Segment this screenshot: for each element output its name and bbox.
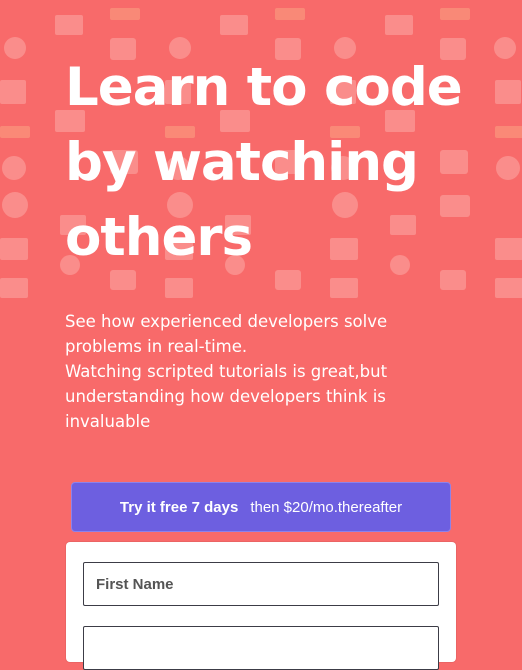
trial-price-label: then $20/mo.thereafter	[250, 498, 403, 516]
free-trial-banner[interactable]: Try it free 7 days then $20/mo.thereafte…	[71, 482, 451, 532]
hero-paragraph-1: See how experienced developers solve pro…	[65, 312, 388, 356]
hero-section: Learn to code by watching others See how…	[65, 50, 485, 434]
first-name-input[interactable]	[83, 562, 439, 606]
trial-offer-label: Try it free 7 days	[119, 498, 239, 516]
hero-title: Learn to code by watching others	[65, 57, 463, 268]
hero-paragraph-2: Watching scripted tutorials is great,but…	[65, 362, 388, 431]
hero-description: See how experienced developers solve pro…	[65, 309, 465, 434]
signup-form-card	[66, 542, 456, 670]
last-name-input[interactable]	[83, 626, 439, 670]
